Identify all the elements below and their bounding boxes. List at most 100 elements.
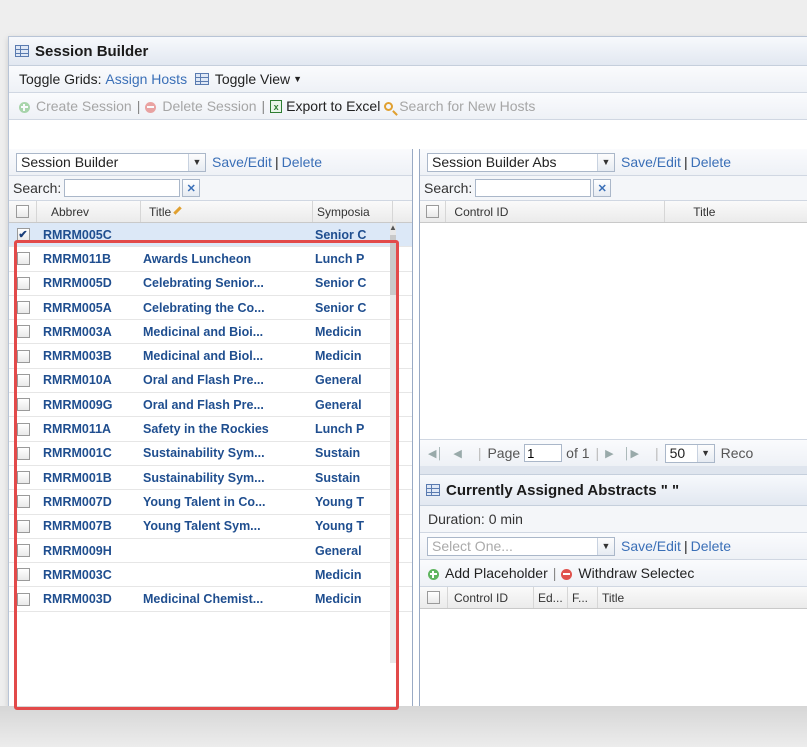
table-row[interactable]: ✔ RMRM005C Senior C: [9, 223, 412, 248]
column-header-control-id[interactable]: Control ID: [448, 587, 534, 608]
next-page-icon[interactable]: ▶: [605, 447, 613, 460]
row-checkbox[interactable]: [16, 471, 30, 485]
select-all-checkbox[interactable]: [16, 205, 29, 218]
search-input[interactable]: [64, 179, 181, 197]
abbrev-cell: RMRM001B: [43, 470, 112, 485]
row-checkbox[interactable]: [16, 276, 30, 290]
create-session-button[interactable]: Create Session: [36, 98, 132, 114]
row-checkbox[interactable]: [16, 422, 30, 436]
chevron-down-icon[interactable]: ▼: [696, 444, 714, 462]
select-all-checkbox[interactable]: [427, 591, 440, 604]
title-cell: Young Talent Sym...: [143, 519, 261, 534]
column-header-title[interactable]: Title: [141, 201, 313, 222]
separator: |: [261, 98, 266, 114]
caret-down-icon[interactable]: ▼: [293, 74, 302, 84]
symposia-cell: General: [315, 397, 362, 412]
table-row[interactable]: RMRM003D Medicinal Chemist... Medicin: [9, 587, 412, 612]
table-row[interactable]: RMRM007D Young Talent in Co... Young T: [9, 490, 412, 515]
row-checkbox-cell: [9, 519, 37, 533]
assigned-view-select[interactable]: Select One... ▼: [427, 536, 615, 556]
row-checkbox-cell: [9, 373, 37, 387]
delete-session-button[interactable]: Delete Session: [162, 98, 256, 114]
column-header-control-id[interactable]: Control ID: [446, 201, 666, 222]
table-row[interactable]: RMRM009G Oral and Flash Pre... General: [9, 393, 412, 418]
table-row[interactable]: RMRM010A Oral and Flash Pre... General: [9, 369, 412, 394]
row-checkbox[interactable]: [16, 495, 30, 509]
toggle-view-button[interactable]: Toggle View: [215, 71, 290, 87]
save-edit-link[interactable]: Save/Edit: [212, 154, 272, 170]
column-header-title[interactable]: Title: [598, 587, 718, 608]
table-row[interactable]: RMRM005A Celebrating the Co... Senior C: [9, 296, 412, 321]
table-row[interactable]: RMRM003C Medicin: [9, 563, 412, 588]
view-select-value: Session Builder: [21, 154, 119, 170]
table-row[interactable]: RMRM001C Sustainability Sym... Sustain: [9, 442, 412, 466]
column-header-title[interactable]: Title: [665, 201, 807, 222]
column-header-symposia[interactable]: Symposia: [313, 201, 393, 222]
page-number-input[interactable]: [524, 444, 563, 462]
row-checkbox[interactable]: [16, 301, 30, 315]
table-row[interactable]: RMRM005D Celebrating Senior... Senior C: [9, 272, 412, 296]
remove-circle-icon: [561, 568, 573, 580]
row-checkbox-cell: [9, 592, 37, 606]
toggle-grids-label: Toggle Grids:: [19, 71, 102, 87]
row-checkbox[interactable]: [16, 568, 30, 582]
pager-divider: |: [654, 445, 659, 461]
page-label: Page: [487, 445, 521, 461]
search-new-hosts-button[interactable]: Search for New Hosts: [399, 98, 535, 114]
previous-page-icon[interactable]: ◀: [453, 447, 461, 460]
delete-link[interactable]: Delete: [282, 154, 322, 170]
chevron-down-icon[interactable]: ▼: [597, 537, 614, 555]
row-checkbox[interactable]: [16, 519, 30, 533]
first-page-icon[interactable]: ◀│: [428, 447, 443, 460]
column-header-ed[interactable]: Ed...: [534, 587, 568, 608]
row-checkbox[interactable]: [16, 252, 30, 266]
row-checkbox-cell: [9, 301, 37, 315]
symposia-cell: Senior C: [315, 227, 367, 242]
row-checkbox[interactable]: [16, 349, 30, 363]
row-checkbox-cell: [9, 446, 37, 460]
select-all-checkbox[interactable]: [426, 205, 440, 218]
export-excel-button[interactable]: Export to Excel: [286, 98, 380, 114]
assigned-save-edit-link[interactable]: Save/Edit: [621, 538, 681, 554]
row-checkbox[interactable]: [16, 398, 30, 412]
scroll-up-icon[interactable]: ▲: [389, 223, 397, 232]
vertical-scrollbar[interactable]: ▲: [389, 223, 397, 663]
table-row[interactable]: RMRM003B Medicinal and Biol... Medicin: [9, 344, 412, 369]
row-checkbox[interactable]: [16, 544, 30, 557]
page-size-select[interactable]: 50 ▼: [664, 443, 715, 463]
table-row[interactable]: RMRM007B Young Talent Sym... Young T: [9, 515, 412, 539]
view-select[interactable]: Session Builder ▼: [16, 152, 206, 172]
abbrev-cell: RMRM005C: [43, 227, 112, 242]
row-checkbox[interactable]: [16, 446, 30, 460]
row-checkbox-cell: [9, 471, 37, 485]
abstracts-save-edit-link[interactable]: Save/Edit: [621, 154, 681, 170]
abbrev-cell: RMRM011A: [43, 422, 112, 437]
chevron-down-icon[interactable]: ▼: [597, 153, 614, 171]
table-row[interactable]: RMRM001B Sustainability Sym... Sustain: [9, 466, 412, 491]
withdraw-selected-button[interactable]: Withdraw Selectec: [578, 565, 694, 581]
row-checkbox[interactable]: [16, 592, 30, 606]
row-checkbox[interactable]: [16, 373, 30, 387]
table-row[interactable]: RMRM009H General: [9, 539, 412, 564]
clear-search-icon[interactable]: ✕: [182, 179, 201, 197]
table-row[interactable]: RMRM003A Medicinal and Bioi... Medicin: [9, 320, 412, 345]
row-checkbox[interactable]: [16, 325, 30, 339]
abstracts-delete-link[interactable]: Delete: [691, 154, 731, 170]
page-size-value: 50: [669, 445, 686, 461]
table-row[interactable]: RMRM011A Safety in the Rockies Lunch P: [9, 417, 412, 442]
row-checkbox[interactable]: ✔: [16, 228, 30, 242]
table-row[interactable]: RMRM011B Awards Luncheon Lunch P: [9, 247, 412, 272]
assign-hosts-link[interactable]: Assign Hosts: [105, 71, 187, 87]
splitter[interactable]: [420, 466, 807, 474]
column-header-abbrev[interactable]: Abbrev: [37, 201, 141, 222]
chevron-down-icon[interactable]: ▼: [188, 153, 205, 171]
scrollbar-thumb[interactable]: [390, 235, 396, 295]
add-placeholder-button[interactable]: Add Placeholder: [445, 565, 548, 581]
abstracts-view-select[interactable]: Session Builder Abs ▼: [427, 152, 615, 172]
last-page-icon[interactable]: │▶: [624, 447, 639, 460]
assigned-delete-link[interactable]: Delete: [691, 538, 731, 554]
abstracts-search-input[interactable]: [475, 179, 592, 197]
pager: ◀│ ◀ | Page of 1 | ▶ │▶ | 50 ▼ Reco: [420, 439, 807, 466]
column-header-f[interactable]: F...: [568, 587, 598, 608]
clear-search-icon[interactable]: ✕: [593, 179, 612, 197]
